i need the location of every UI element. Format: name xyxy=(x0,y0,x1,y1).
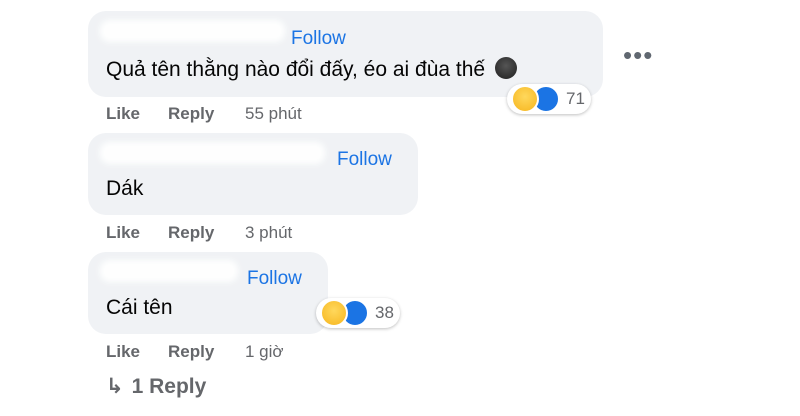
author-name-redacted xyxy=(100,20,285,42)
follow-button[interactable]: Follow xyxy=(291,28,346,50)
timestamp[interactable]: 1 giờ xyxy=(245,342,284,362)
follow-button[interactable]: Follow xyxy=(247,268,302,290)
reply-button[interactable]: Reply xyxy=(168,223,214,243)
more-options-icon[interactable]: ••• xyxy=(623,40,653,71)
author-name-redacted xyxy=(100,260,238,282)
reply-arrow-icon: ↳ xyxy=(106,375,124,398)
reply-button[interactable]: Reply xyxy=(168,104,214,124)
author-name-redacted xyxy=(100,142,325,164)
like-button[interactable]: Like xyxy=(106,342,140,362)
view-replies-label: 1 Reply xyxy=(131,375,207,398)
reaction-count: 38 xyxy=(375,303,394,322)
comment-text: Cái tên xyxy=(106,296,173,319)
view-replies-link[interactable]: ↳ 1 Reply xyxy=(106,374,206,399)
comment-text: Dák xyxy=(106,177,144,200)
face-emoji-icon xyxy=(494,57,517,79)
follow-button[interactable]: Follow xyxy=(337,149,392,171)
reply-button[interactable]: Reply xyxy=(168,342,214,362)
haha-reaction-icon xyxy=(320,299,348,327)
reaction-summary[interactable]: 38 xyxy=(316,298,400,328)
like-button[interactable]: Like xyxy=(106,104,140,124)
like-button[interactable]: Like xyxy=(106,223,140,243)
haha-reaction-icon xyxy=(511,85,539,113)
reaction-summary[interactable]: 71 xyxy=(507,84,591,114)
reaction-count: 71 xyxy=(566,89,585,108)
timestamp[interactable]: 3 phút xyxy=(245,223,292,243)
timestamp[interactable]: 55 phút xyxy=(245,104,302,124)
comment-text: Quả tên thằng nào đổi đấy, éo ai đùa thế xyxy=(106,57,517,82)
